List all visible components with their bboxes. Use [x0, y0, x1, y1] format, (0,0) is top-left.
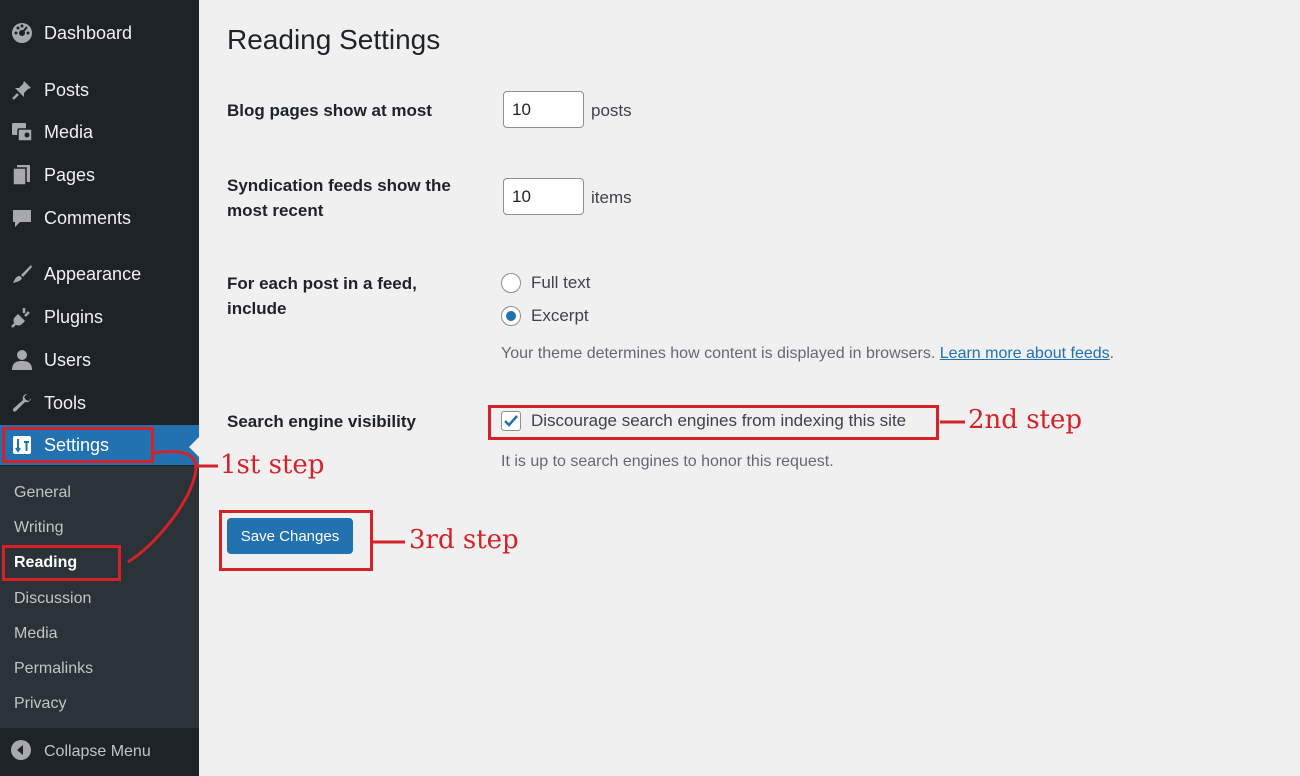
search-visibility-description: It is up to search engines to honor this…: [501, 453, 834, 470]
collapse-label: Collapse Menu: [44, 743, 151, 760]
menu-label: Posts: [44, 79, 90, 100]
annotation-box-settings: [2, 427, 154, 463]
menu-label: Users: [44, 349, 92, 370]
submenu-item-privacy[interactable]: Privacy: [14, 695, 66, 713]
dashboard-icon: [10, 21, 34, 45]
annotation-box-checkbox: [488, 405, 939, 440]
submenu-item-writing[interactable]: Writing: [14, 519, 64, 537]
learn-more-feeds-link[interactable]: Learn more about feeds: [940, 345, 1110, 362]
annotation-box-reading: [2, 545, 121, 581]
blog-pages-input[interactable]: [503, 91, 584, 128]
menu-item-comments[interactable]: Comments: [0, 198, 199, 238]
radio-full-text[interactable]: Full text: [501, 273, 591, 293]
admin-sidebar: Dashboard Posts Media Pages Comments App…: [0, 0, 199, 776]
menu-label: Appearance: [44, 263, 142, 284]
radio-excerpt[interactable]: Excerpt: [501, 306, 589, 326]
submenu-item-media[interactable]: Media: [14, 625, 58, 643]
annotation-step2: 2nd step: [968, 405, 1083, 435]
main-content: Reading Settings Blog pages show at most…: [199, 0, 1300, 776]
menu-item-plugins[interactable]: Plugins: [0, 297, 199, 337]
menu-item-media[interactable]: Media: [0, 112, 199, 152]
collapse-icon: [10, 739, 32, 766]
syndication-unit: items: [591, 188, 632, 207]
menu-item-tools[interactable]: Tools: [0, 383, 199, 423]
submenu-item-discussion[interactable]: Discussion: [14, 590, 91, 608]
radio-button[interactable]: [501, 306, 521, 326]
blog-pages-label: Blog pages show at most: [227, 101, 432, 120]
submenu-item-general[interactable]: General: [14, 484, 71, 502]
search-visibility-label: Search engine visibility: [227, 412, 416, 431]
annotation-step3: 3rd step: [409, 525, 519, 555]
media-icon: [10, 120, 34, 144]
annotation-box-save: [219, 510, 373, 571]
blog-pages-unit: posts: [591, 101, 632, 120]
submenu-item-permalinks[interactable]: Permalinks: [14, 660, 93, 678]
pages-icon: [10, 163, 34, 187]
menu-label: Tools: [44, 392, 87, 413]
annotation-step1: 1st step: [220, 450, 325, 480]
menu-label: Plugins: [44, 306, 104, 327]
page-title: Reading Settings: [227, 24, 441, 55]
feed-include-label: For each post in a feed, include: [227, 274, 417, 318]
user-icon: [10, 348, 34, 372]
radio-label: Excerpt: [531, 306, 589, 325]
wrench-icon: [10, 391, 34, 415]
menu-label: Pages: [44, 164, 96, 185]
menu-item-posts[interactable]: Posts: [0, 70, 199, 110]
radio-label: Full text: [531, 273, 591, 292]
pin-icon: [10, 78, 34, 102]
brush-icon: [10, 262, 34, 286]
menu-item-appearance[interactable]: Appearance: [0, 254, 199, 294]
feed-description-suffix: .: [1109, 345, 1115, 362]
radio-button[interactable]: [501, 273, 521, 293]
menu-label: Media: [44, 121, 94, 142]
menu-item-dashboard[interactable]: Dashboard: [0, 13, 199, 53]
syndication-label: Syndication feeds show the most recent: [227, 176, 451, 220]
menu-item-pages[interactable]: Pages: [0, 155, 199, 195]
feed-description-text: Your theme determines how content is dis…: [501, 345, 936, 362]
active-indicator: [189, 437, 199, 457]
settings-submenu: General Writing Reading Discussion Media…: [0, 466, 199, 728]
menu-label: Dashboard: [44, 22, 133, 43]
syndication-input[interactable]: [503, 178, 584, 215]
comment-icon: [10, 206, 34, 230]
collapse-menu-button[interactable]: Collapse Menu: [0, 730, 199, 774]
plugin-icon: [10, 305, 34, 329]
feed-description: Your theme determines how content is dis…: [501, 345, 1114, 363]
menu-item-users[interactable]: Users: [0, 340, 199, 380]
menu-label: Comments: [44, 207, 132, 228]
